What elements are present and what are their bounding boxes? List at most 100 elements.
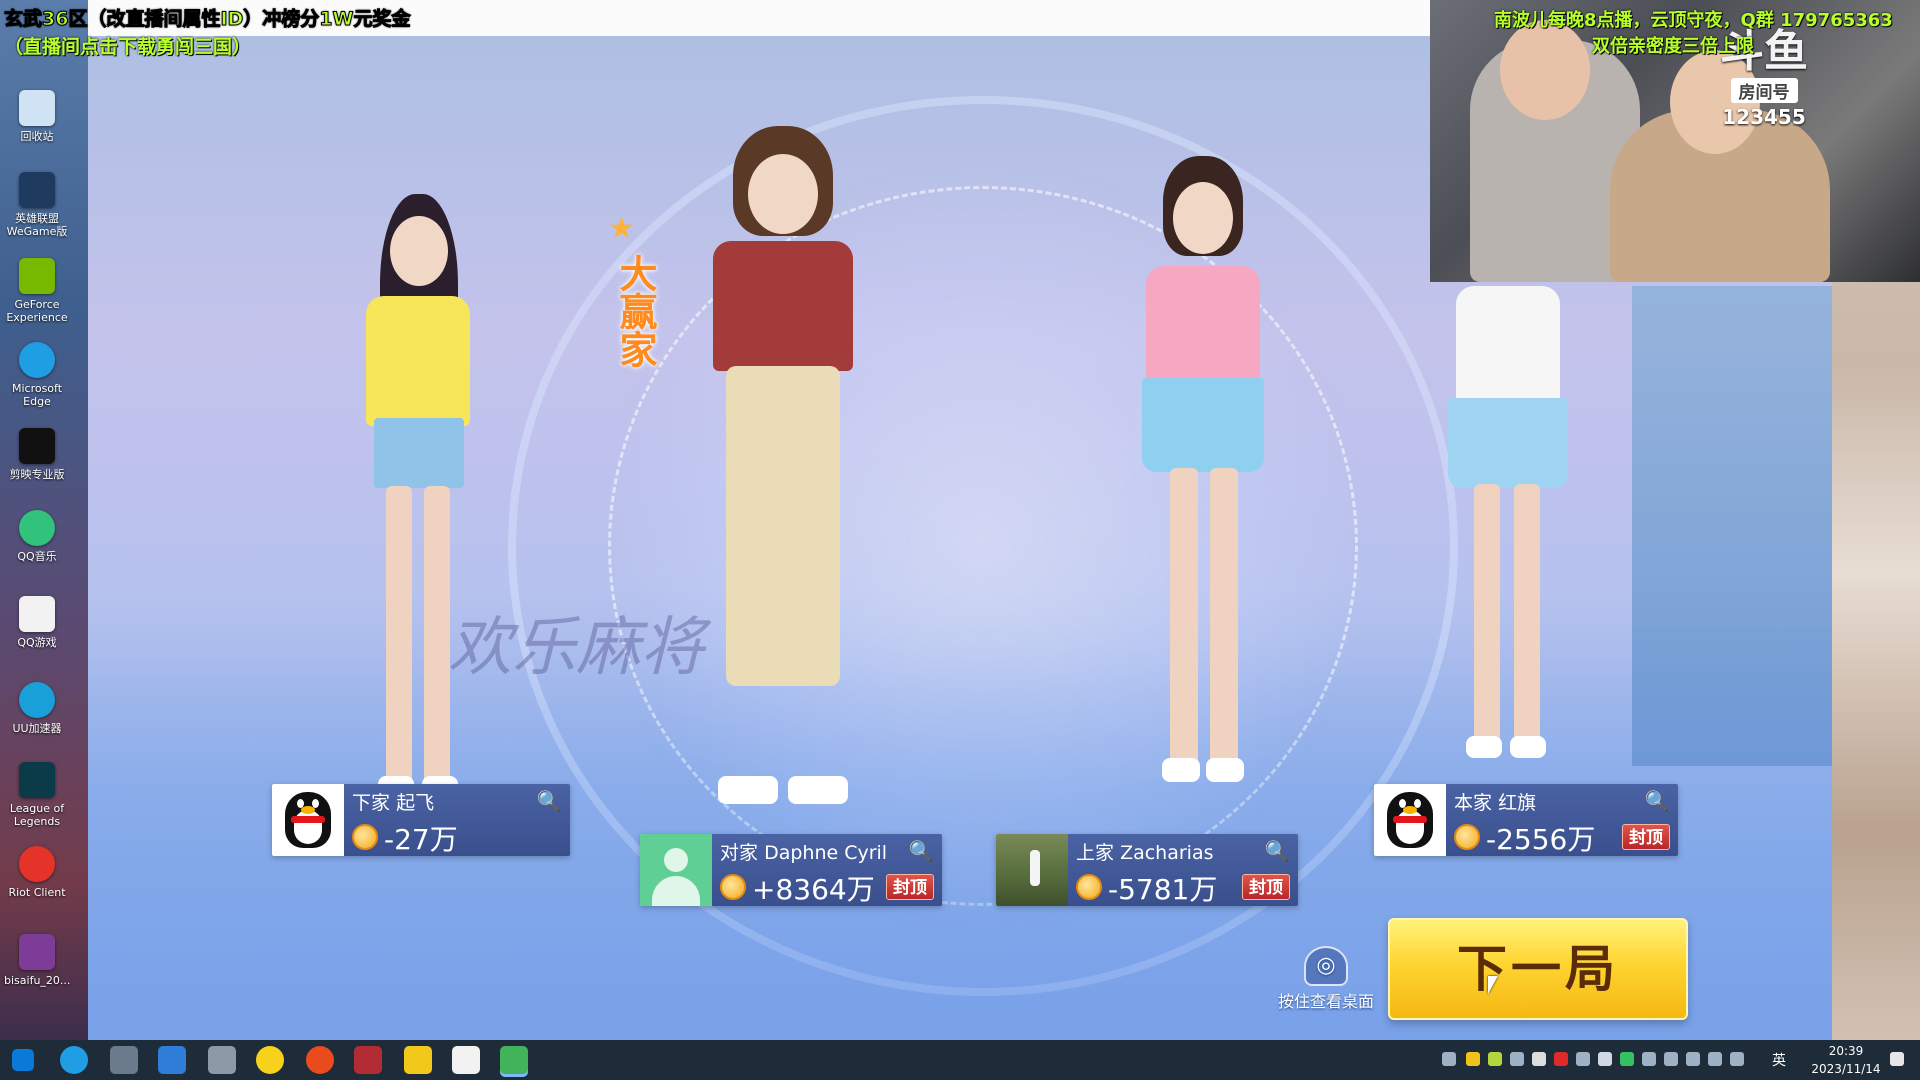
player-name: 下家 起飞 bbox=[352, 792, 435, 814]
room-label: 房间号 bbox=[1730, 78, 1798, 103]
league-icon bbox=[19, 762, 55, 798]
obs-taskbar-icon[interactable] bbox=[256, 1046, 284, 1074]
tray-app-icon[interactable] bbox=[1488, 1052, 1502, 1066]
tray-flag-icon[interactable] bbox=[1466, 1052, 1480, 1066]
player-score: -5781万 bbox=[1108, 873, 1218, 906]
league-wegame-icon bbox=[19, 172, 55, 208]
desktop-icon-edge[interactable]: Microsoft Edge bbox=[4, 342, 70, 408]
qq-game-icon bbox=[19, 596, 55, 632]
coin-icon bbox=[1076, 874, 1102, 900]
input-language[interactable]: 英 bbox=[1772, 1050, 1786, 1070]
desktop-icon-qq-music[interactable]: QQ音乐 bbox=[4, 510, 70, 563]
peek-desktop-label: 按住查看桌面 bbox=[1277, 992, 1374, 1011]
start-icon[interactable] bbox=[12, 1049, 34, 1071]
stream-caption-left-1: 玄武36区（改直播间属性ID）冲榜分1W元奖金 bbox=[3, 8, 411, 31]
browser-taskbar-icon[interactable] bbox=[306, 1046, 334, 1074]
desktop-icon-qq-game[interactable]: QQ游戏 bbox=[4, 596, 70, 649]
peek-desktop-button[interactable]: ◎ 按住查看桌面 bbox=[1270, 946, 1382, 1012]
desktop-icon-label: bisaifu_20... bbox=[4, 974, 71, 987]
desktop-icon-jianying[interactable]: 剪映专业版 bbox=[4, 428, 70, 481]
tray-app-icon[interactable] bbox=[1576, 1052, 1590, 1066]
edge-taskbar-icon[interactable] bbox=[60, 1046, 88, 1074]
mouse-cursor bbox=[1488, 976, 1498, 994]
player-card-shangjia: 上家 Zacharias 🔍 -5781万 封顶 bbox=[996, 834, 1298, 906]
tray-record-icon[interactable] bbox=[1554, 1052, 1568, 1066]
tray-display-icon[interactable] bbox=[1708, 1052, 1722, 1066]
stream-caption-left-2: （直播间点击下载勇闯三国） bbox=[4, 36, 252, 58]
next-round-button[interactable]: 下一局 bbox=[1388, 918, 1688, 1020]
player-avatar bbox=[640, 834, 712, 906]
winrar-icon bbox=[19, 934, 55, 970]
desktop-icon-geforce[interactable]: GeForce Experience bbox=[4, 258, 70, 324]
taskbar: 英 20:39 2023/11/14 bbox=[0, 1040, 1920, 1080]
photo-avatar bbox=[996, 834, 1068, 906]
winner-badge: 大赢家 bbox=[613, 254, 657, 368]
capped-badge: 封顶 bbox=[1242, 874, 1290, 900]
edge-icon bbox=[19, 342, 55, 378]
riot-client-icon bbox=[19, 846, 55, 882]
tray-volume-icon[interactable] bbox=[1730, 1052, 1744, 1066]
tray-app-icon[interactable] bbox=[1620, 1052, 1634, 1066]
search-icon[interactable]: 🔍 bbox=[1264, 838, 1290, 864]
game-taskbar-icon[interactable] bbox=[404, 1046, 432, 1074]
player-score: -27万 bbox=[384, 823, 458, 856]
desktop-icon-label: League of Legends bbox=[9, 802, 65, 828]
character-duijia bbox=[688, 126, 878, 846]
player-score: +8364万 bbox=[752, 873, 875, 906]
uu-accelerator-icon bbox=[19, 682, 55, 718]
explorer-taskbar-icon[interactable] bbox=[158, 1046, 186, 1074]
app-taskbar-icon[interactable] bbox=[110, 1046, 138, 1074]
clock-time: 20:39 bbox=[1828, 1044, 1864, 1058]
riot-taskbar-icon[interactable] bbox=[354, 1046, 382, 1074]
player-name: 对家 Daphne Cyril bbox=[720, 842, 888, 864]
player-name: 上家 Zacharias bbox=[1076, 842, 1214, 864]
desktop-icon-uu[interactable]: UU加速器 bbox=[4, 682, 70, 735]
player-name: 本家 红旗 bbox=[1454, 792, 1537, 814]
desktop-icon-riot-client[interactable]: Riot Client bbox=[4, 846, 70, 899]
character-shangjia bbox=[1118, 156, 1288, 816]
geforce-icon bbox=[19, 258, 55, 294]
qq-taskbar-icon[interactable] bbox=[452, 1046, 480, 1074]
mahjong-taskbar-icon[interactable] bbox=[500, 1046, 528, 1074]
tray-network-icon[interactable] bbox=[1686, 1052, 1700, 1066]
coin-icon bbox=[1454, 824, 1480, 850]
taskbar-clock[interactable]: 20:39 2023/11/14 bbox=[1796, 1042, 1896, 1078]
desktop-icon-label: 剪映专业版 bbox=[9, 468, 65, 481]
stream-caption-right-2: 双倍亲密度三倍上限 bbox=[1592, 36, 1754, 57]
screen: { "overlay": { "top_left_line1": "玄武36区（… bbox=[0, 0, 1920, 1080]
room-number: 123455 bbox=[1722, 105, 1806, 129]
tray-usb-icon[interactable] bbox=[1642, 1052, 1656, 1066]
player-avatar bbox=[1374, 784, 1446, 856]
default-avatar-icon bbox=[640, 834, 712, 906]
desktop-icon-archive[interactable]: bisaifu_20... bbox=[4, 934, 70, 987]
character-xiajia bbox=[338, 186, 498, 806]
clock-date: 2023/11/14 bbox=[1811, 1062, 1881, 1076]
desktop-icon-league[interactable]: League of Legends bbox=[4, 762, 70, 828]
player-card-xiajia: 下家 起飞 🔍 -27万 bbox=[272, 784, 570, 856]
desktop-area: 回收站 英雄联盟 WeGame版 GeForce Experience Micr… bbox=[0, 0, 88, 1040]
search-icon[interactable]: 🔍 bbox=[536, 788, 562, 814]
stream-caption-right-1: 南波儿每晚8点播，云顶守夜，Q群 179765363 bbox=[1494, 10, 1893, 31]
tray-mic-icon[interactable] bbox=[1598, 1052, 1612, 1066]
notification-icon[interactable] bbox=[1890, 1052, 1904, 1066]
search-icon[interactable]: 🔍 bbox=[908, 838, 934, 864]
tray-app-icon[interactable] bbox=[1510, 1052, 1524, 1066]
window-taskbar-icon[interactable] bbox=[208, 1046, 236, 1074]
tray-chevron-icon[interactable] bbox=[1442, 1052, 1456, 1066]
player-card-benjia: 本家 红旗 🔍 -2556万 封顶 bbox=[1374, 784, 1678, 856]
tray-app-icon[interactable] bbox=[1532, 1052, 1546, 1066]
search-icon[interactable]: 🔍 bbox=[1644, 788, 1670, 814]
capped-badge: 封顶 bbox=[886, 874, 934, 900]
tray-security-icon[interactable] bbox=[1664, 1052, 1678, 1066]
desktop-icon-label: Microsoft Edge bbox=[11, 382, 63, 408]
desktop-icon-label: Riot Client bbox=[8, 886, 66, 899]
coin-icon bbox=[720, 874, 746, 900]
character-benjia bbox=[1428, 276, 1588, 796]
player-score: -2556万 bbox=[1486, 823, 1596, 856]
desktop-icon-recycle-bin[interactable]: 回收站 bbox=[4, 90, 70, 143]
desktop-icon-league-wegame[interactable]: 英雄联盟 WeGame版 bbox=[4, 172, 70, 238]
coin-icon bbox=[352, 824, 378, 850]
player-avatar bbox=[272, 784, 344, 856]
qq-music-icon bbox=[19, 510, 55, 546]
desktop-icon-label: 回收站 bbox=[20, 130, 54, 143]
